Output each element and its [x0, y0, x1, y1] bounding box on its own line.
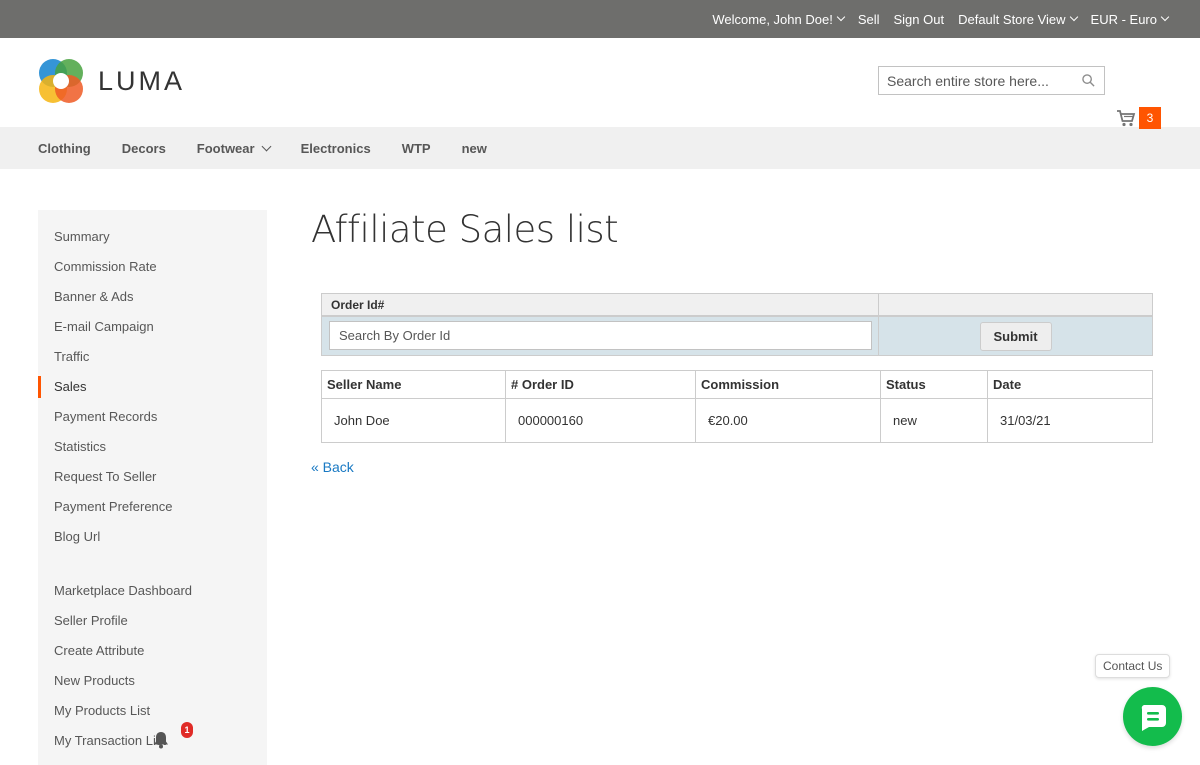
welcome-menu[interactable]: Welcome, John Doe!	[712, 11, 846, 27]
sales-table: Seller Name # Order ID Commission Status…	[321, 370, 1153, 443]
sidebar-divider	[38, 552, 267, 576]
notification-bell[interactable]	[152, 730, 174, 752]
sell-link[interactable]: Sell	[858, 12, 880, 27]
col-seller-name: Seller Name	[321, 370, 506, 399]
sidebar-item-marketplace-dashboard[interactable]: Marketplace Dashboard	[38, 576, 267, 606]
order-id-search-input[interactable]	[329, 321, 872, 350]
sidebar-item-new-products[interactable]: New Products	[38, 666, 267, 696]
top-bar: Welcome, John Doe! Sell Sign Out Default…	[0, 0, 1200, 38]
luma-logo-icon	[39, 59, 83, 103]
table-row: John Doe 000000160 €20.00 new 31/03/21	[321, 398, 1153, 443]
sidebar-item-traffic[interactable]: Traffic	[38, 342, 267, 372]
nav-item-electronics[interactable]: Electronics	[301, 141, 371, 156]
account-sidebar: Summary Commission Rate Banner & Ads E-m…	[38, 210, 267, 765]
logo-text: LUMA	[98, 65, 186, 96]
chevron-down-icon	[1160, 12, 1170, 22]
store-view-switcher[interactable]: Default Store View	[958, 11, 1078, 27]
filter-input-cell	[322, 317, 879, 355]
cell-commission: €20.00	[695, 398, 881, 443]
table-header-row: Seller Name # Order ID Commission Status…	[321, 370, 1153, 399]
sidebar-item-email-campaign[interactable]: E-mail Campaign	[38, 312, 267, 342]
search-icon[interactable]	[1082, 74, 1095, 87]
cell-date: 31/03/21	[987, 398, 1153, 443]
main-content: Affiliate Sales list Order Id# Submit Se…	[311, 196, 1153, 475]
back-link[interactable]: « Back	[311, 459, 1153, 475]
main-nav: Clothing Decors Footwear Electronics WTP…	[0, 127, 1200, 169]
submit-button[interactable]: Submit	[979, 321, 1052, 351]
sidebar-item-create-attribute[interactable]: Create Attribute	[38, 636, 267, 666]
sidebar-item-payment-preference[interactable]: Payment Preference	[38, 492, 267, 522]
filter-header: Order Id#	[322, 294, 1152, 317]
nav-item-footwear-label: Footwear	[196, 140, 255, 156]
sidebar-item-blog-url[interactable]: Blog Url	[38, 522, 267, 552]
chevron-down-icon	[261, 141, 272, 151]
notification-count-badge: 1	[181, 722, 193, 738]
nav-item-new[interactable]: new	[462, 141, 487, 156]
bell-icon	[154, 732, 168, 749]
sidebar-item-statistics[interactable]: Statistics	[38, 432, 267, 462]
minicart[interactable]: 3	[1116, 107, 1161, 129]
col-order-id: # Order ID	[505, 370, 696, 399]
order-id-filter-label: Order Id#	[322, 294, 879, 315]
cell-order-id: 000000160	[505, 398, 696, 443]
order-filter: Order Id# Submit	[321, 293, 1153, 356]
sidebar-item-banner-ads[interactable]: Banner & Ads	[38, 282, 267, 312]
welcome-text: Welcome, John Doe!	[712, 11, 833, 27]
cell-seller-name: John Doe	[321, 398, 506, 443]
sidebar-item-request-to-seller[interactable]: Request To Seller	[38, 462, 267, 492]
currency-label: EUR - Euro	[1090, 11, 1157, 27]
sidebar-item-sales[interactable]: Sales	[38, 372, 267, 402]
nav-item-wtp[interactable]: WTP	[402, 141, 431, 156]
search-input[interactable]	[887, 72, 1067, 89]
logo[interactable]: LUMA	[38, 58, 185, 104]
sign-out-link[interactable]: Sign Out	[894, 12, 945, 27]
chat-icon	[1141, 704, 1166, 731]
sidebar-item-summary[interactable]: Summary	[38, 222, 267, 252]
sidebar-item-payment-records[interactable]: Payment Records	[38, 402, 267, 432]
col-date: Date	[987, 370, 1153, 399]
col-commission: Commission	[695, 370, 881, 399]
nav-item-decors[interactable]: Decors	[122, 141, 166, 156]
cart-count-badge: 3	[1139, 107, 1161, 129]
col-status: Status	[880, 370, 988, 399]
cell-status: new	[880, 398, 988, 443]
sidebar-item-seller-profile[interactable]: Seller Profile	[38, 606, 267, 636]
store-view-label: Default Store View	[958, 11, 1066, 27]
sidebar-item-my-products-list[interactable]: My Products List	[38, 696, 267, 726]
header: LUMA 3	[0, 38, 1200, 129]
currency-switcher[interactable]: EUR - Euro	[1090, 11, 1170, 27]
page-title: Affiliate Sales list	[311, 208, 619, 251]
contact-us-tooltip: Contact Us	[1095, 654, 1171, 678]
nav-item-clothing[interactable]: Clothing	[38, 141, 91, 156]
sidebar-item-commission-rate[interactable]: Commission Rate	[38, 252, 267, 282]
nav-item-footwear[interactable]: Footwear	[196, 140, 272, 156]
chevron-down-icon	[1069, 12, 1078, 22]
chat-button[interactable]	[1123, 687, 1182, 746]
cart-icon	[1117, 110, 1136, 127]
search-box	[878, 66, 1105, 95]
filter-header-empty	[879, 294, 897, 315]
chevron-down-icon	[836, 12, 846, 22]
filter-button-cell: Submit	[879, 317, 1152, 355]
filter-body: Submit	[322, 317, 1152, 355]
sidebar-item-label: My Transaction List	[54, 733, 166, 748]
sidebar-item-my-transaction-list[interactable]: My Transaction List 1	[38, 722, 267, 756]
